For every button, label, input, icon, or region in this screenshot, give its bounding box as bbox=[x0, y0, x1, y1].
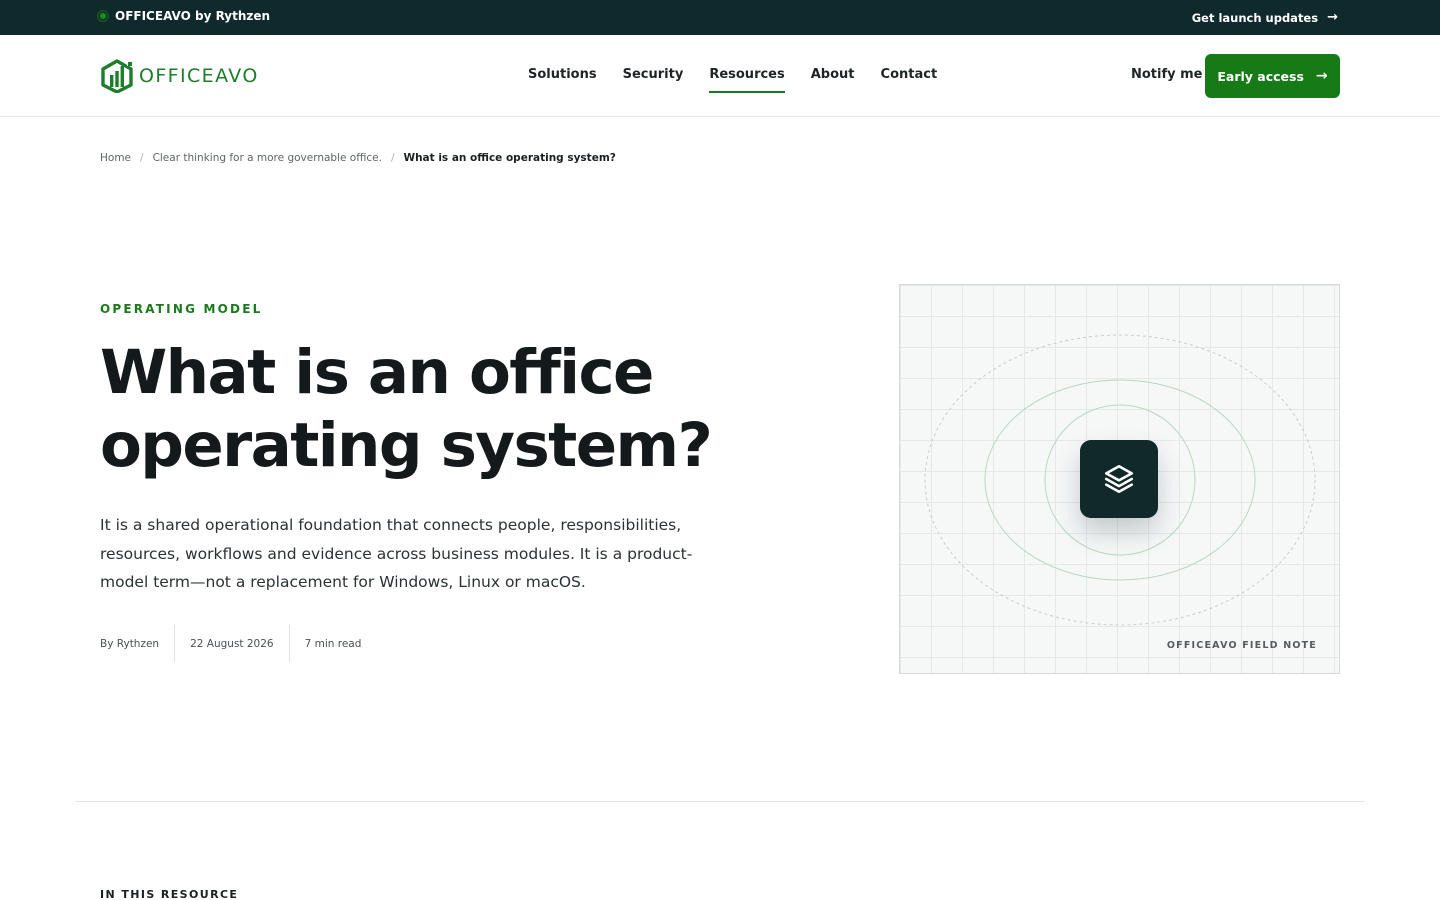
section-title: IN THIS RESOURCE bbox=[100, 888, 239, 900]
logo-mark-icon bbox=[101, 59, 133, 93]
arrow-right-icon: → bbox=[1327, 10, 1338, 25]
notify-me-link[interactable]: Notify me bbox=[1131, 67, 1203, 82]
layers-icon bbox=[1104, 464, 1134, 494]
announcement-brand-text: OFFICEAVO by Rythzen bbox=[115, 9, 271, 23]
logo[interactable]: OFFICEAVO bbox=[100, 59, 259, 93]
article-kicker: OPERATING MODEL bbox=[100, 302, 263, 316]
main-nav: Solutions Security Resources About Conta… bbox=[528, 67, 963, 93]
announcement-brand: OFFICEAVO by Rythzen bbox=[98, 9, 270, 23]
nav-item-solutions[interactable]: Solutions bbox=[528, 67, 597, 93]
article-lede: It is a shared operational foundation th… bbox=[100, 516, 693, 591]
breadcrumb-parent[interactable]: Clear thinking for a more governable off… bbox=[153, 152, 382, 164]
nav-item-about[interactable]: About bbox=[811, 67, 855, 93]
article-read-time: 7 min read bbox=[288, 625, 377, 662]
page-title: What is an office operating system? bbox=[100, 337, 713, 481]
section-divider bbox=[76, 801, 1364, 802]
breadcrumb-home[interactable]: Home bbox=[100, 152, 131, 164]
breadcrumb-current: What is an office operating system? bbox=[403, 152, 616, 164]
launch-updates-link[interactable]: Get launch updates → bbox=[1192, 10, 1338, 25]
site-header: OFFICEAVO Solutions Security Resources A… bbox=[0, 35, 1440, 117]
nav-item-resources[interactable]: Resources bbox=[709, 67, 785, 93]
layers-tile bbox=[1080, 440, 1158, 518]
logo-text: OFFICEAVO bbox=[139, 65, 259, 87]
launch-updates-label: Get launch updates bbox=[1191, 10, 1319, 25]
breadcrumb: Home / Clear thinking for a more governa… bbox=[100, 152, 616, 164]
announcement-bar: OFFICEAVO by Rythzen Get launch updates … bbox=[0, 0, 1440, 35]
article-author: By Rythzen bbox=[100, 637, 160, 650]
figure-caption: OFFICEAVO FIELD NOTE bbox=[1166, 640, 1317, 651]
early-access-button[interactable]: Early access → bbox=[1205, 54, 1340, 98]
hero-illustration: OFFICEAVO FIELD NOTE bbox=[899, 284, 1340, 674]
nav-item-contact[interactable]: Contact bbox=[881, 67, 938, 93]
breadcrumb-separator: / bbox=[390, 152, 395, 164]
status-dot-icon bbox=[98, 11, 108, 21]
arrow-right-icon: → bbox=[1315, 68, 1328, 84]
nav-item-security[interactable]: Security bbox=[623, 67, 684, 93]
article-meta: By Rythzen 22 August 2026 7 min read bbox=[100, 625, 376, 662]
breadcrumb-separator: / bbox=[140, 152, 144, 164]
article-date: 22 August 2026 bbox=[174, 625, 289, 662]
early-access-label: Early access bbox=[1217, 68, 1304, 84]
